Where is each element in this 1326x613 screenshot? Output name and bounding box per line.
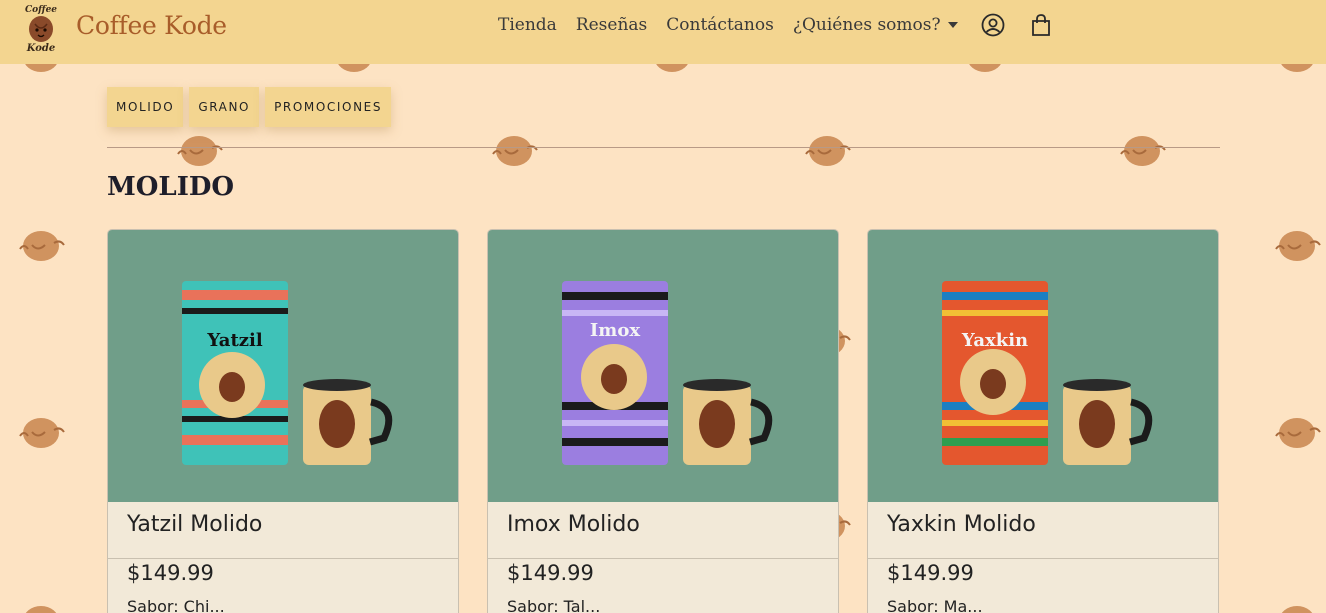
user-icon[interactable] [981, 13, 1005, 37]
coffee-bean-pattern-icon [1115, 130, 1169, 170]
product-price: $149.99 [507, 561, 594, 585]
product-name[interactable]: Imox Molido [488, 502, 838, 559]
coffee-bean-pattern-icon [1270, 412, 1324, 452]
category-filter-bar: MOLIDO GRANO PROMOCIONES [107, 87, 397, 127]
coffee-bean-pattern-icon [14, 412, 68, 452]
shopping-bag-icon[interactable] [1029, 13, 1053, 37]
category-button-grano[interactable]: GRANO [189, 87, 260, 127]
product-image[interactable]: Imox [488, 230, 838, 502]
product-price: $149.99 [127, 561, 214, 585]
svg-text:Kode: Kode [26, 43, 56, 54]
nav-dropdown-label: ¿Quiénes somos? [792, 15, 941, 35]
product-card[interactable]: Imox Imox Molido $149.99 Sabor: Tal... [487, 229, 839, 613]
product-flavor: Sabor: Tal... [507, 597, 601, 613]
coffee-bean-pattern-icon [1270, 225, 1324, 265]
section-title: MOLIDO [107, 172, 235, 202]
main-nav: Tienda Reseñas Contáctanos ¿Quiénes somo… [498, 12, 1073, 38]
coffee-bean-pattern-icon [487, 130, 541, 170]
svg-text:Yatzil: Yatzil [206, 330, 262, 351]
coffee-bean-pattern-icon [14, 600, 68, 613]
nav-link-tienda[interactable]: Tienda [498, 15, 557, 35]
product-flavor: Sabor: Chi... [127, 597, 225, 613]
svg-text:Imox: Imox [590, 320, 640, 341]
svg-text:Yaxkin: Yaxkin [961, 330, 1028, 351]
navbar: Coffee Kode Coffee Kode Tienda Reseñas C… [0, 0, 1326, 64]
brand[interactable]: Coffee Kode Coffee Kode [18, 0, 227, 56]
category-button-promociones[interactable]: PROMOCIONES [265, 87, 392, 127]
svg-text:Coffee: Coffee [25, 5, 57, 15]
nav-dropdown-quienes-somos[interactable]: ¿Quiénes somos? [793, 15, 958, 35]
nav-link-resenas[interactable]: Reseñas [576, 15, 647, 35]
category-button-molido[interactable]: MOLIDO [107, 87, 184, 127]
section-divider [107, 147, 1220, 148]
coffee-bean-pattern-icon [800, 130, 854, 170]
product-name[interactable]: Yaxkin Molido [868, 502, 1218, 559]
caret-down-icon [947, 22, 958, 28]
coffee-bag-and-mug-image: Yatzil [182, 281, 393, 465]
product-price: $149.99 [887, 561, 974, 585]
coffee-kode-logo-icon: Coffee Kode [18, 2, 64, 54]
product-card[interactable]: Yatzil Yatzil Molido $149.99 Sabor: Chi.… [107, 229, 459, 613]
nav-link-contactanos[interactable]: Contáctanos [666, 15, 774, 35]
product-image[interactable]: Yatzil [108, 230, 458, 502]
coffee-bag-and-mug-image: Imox [562, 281, 773, 465]
coffee-bean-pattern-icon [172, 130, 226, 170]
product-image[interactable]: Yaxkin [868, 230, 1218, 502]
brand-name[interactable]: Coffee Kode [76, 11, 227, 40]
coffee-bag-and-mug-image: Yaxkin [942, 281, 1153, 465]
coffee-bean-pattern-icon [14, 225, 68, 265]
product-flavor: Sabor: Ma... [887, 597, 983, 613]
product-name[interactable]: Yatzil Molido [108, 502, 458, 559]
coffee-bean-pattern-icon [1270, 600, 1324, 613]
product-card[interactable]: Yaxkin Yaxkin Molido $149.99 Sabor: Ma..… [867, 229, 1219, 613]
